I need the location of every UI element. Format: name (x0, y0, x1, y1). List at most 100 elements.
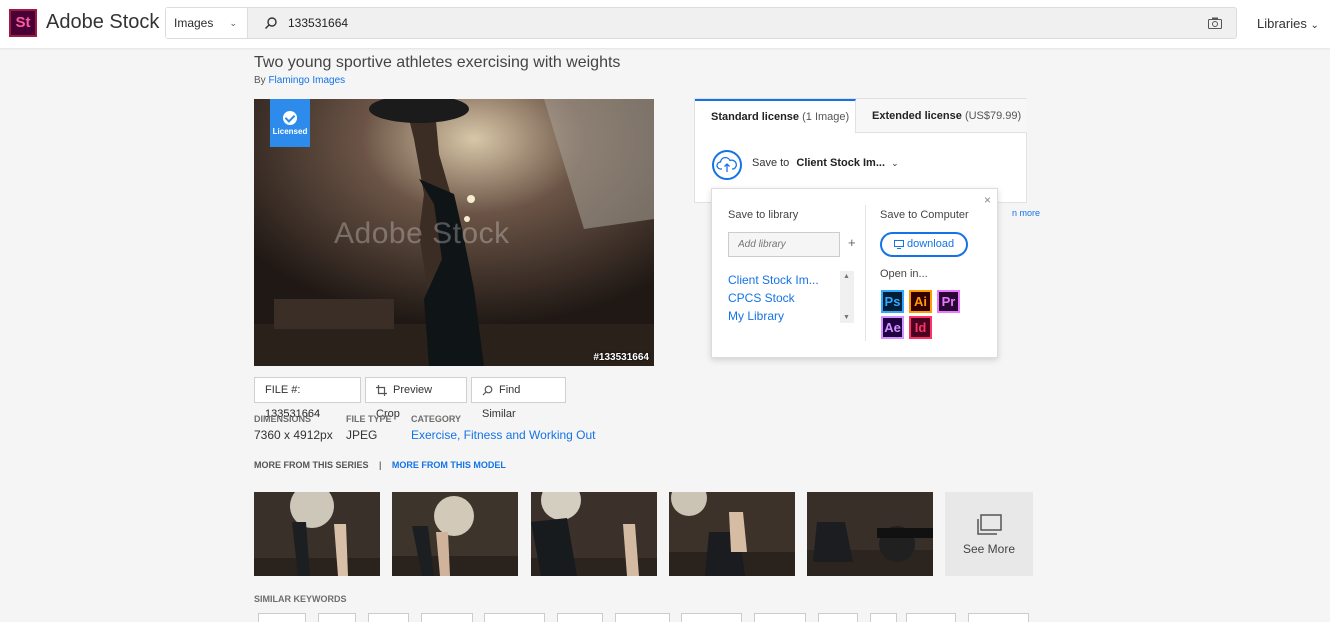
series-thumbnail[interactable] (807, 492, 933, 576)
libraries-label: Libraries (1257, 16, 1307, 31)
asset-preview-image[interactable]: Adobe Stock #133531664 (254, 99, 654, 366)
keyword-chip[interactable] (870, 613, 897, 622)
series-thumbnail[interactable] (392, 492, 518, 576)
author-link[interactable]: Flamingo Images (268, 75, 345, 86)
similar-keywords-heading: SIMILAR KEYWORDS (254, 594, 347, 604)
library-item[interactable]: CPCS Stock (728, 289, 819, 307)
image-id-label: #133531664 (593, 352, 649, 363)
save-to-label: Save to (752, 157, 790, 169)
tab-extended-license[interactable]: Extended license (US$79.99) (856, 99, 1027, 133)
scroll-down-icon[interactable]: ▼ (843, 314, 850, 321)
keyword-chip[interactable] (318, 613, 356, 622)
search-input[interactable] (288, 8, 1088, 38)
camera-icon[interactable] (1208, 17, 1222, 29)
library-list: Client Stock Im... CPCS Stock My Library (728, 271, 819, 325)
brand-name[interactable]: Adobe Stock (46, 11, 159, 34)
keyword-chip[interactable] (754, 613, 806, 622)
keyword-chip[interactable] (421, 613, 473, 622)
save-popup: × Save to library + Client Stock Im... C… (711, 188, 998, 358)
learn-more-link[interactable]: n more (1012, 208, 1040, 218)
crop-icon (376, 384, 387, 396)
filetype-label: FILE TYPE (346, 414, 392, 424)
preview-crop-button[interactable]: Preview Crop (365, 377, 467, 420)
top-bar: St Adobe Stock Images ⌄ Libraries ⌄ (0, 0, 1330, 48)
indesign-icon[interactable]: Id (909, 316, 932, 339)
see-more-label: See More (962, 542, 1016, 556)
add-library-plus-icon[interactable]: + (848, 235, 856, 250)
keyword-chip[interactable] (818, 613, 858, 622)
search-type-select[interactable]: Images ⌄ (166, 8, 248, 38)
scroll-up-icon[interactable]: ▲ (843, 273, 850, 280)
library-scrollbar[interactable]: ▲ ▼ (840, 271, 854, 323)
chevron-down-icon: ⌄ (891, 158, 899, 168)
more-from-model-link[interactable]: MORE FROM THIS MODEL (392, 460, 506, 470)
licensed-badge: Licensed (270, 99, 310, 147)
library-item[interactable]: Client Stock Im... (728, 271, 819, 289)
keyword-chip[interactable] (681, 613, 742, 622)
libraries-menu[interactable]: Libraries ⌄ (1257, 16, 1319, 31)
adobe-stock-logo[interactable]: St (9, 9, 37, 37)
photoshop-icon[interactable]: Ps (881, 290, 904, 313)
cloud-upload-icon (716, 156, 737, 172)
download-label: download (907, 238, 955, 250)
file-number-box[interactable]: FILE #: 133531664 (254, 377, 361, 420)
byline-prefix: By (254, 75, 266, 86)
thumbnail-photo (669, 492, 795, 576)
thumbnail-photo (807, 492, 933, 576)
close-icon[interactable]: × (984, 193, 991, 207)
chevron-down-icon: ⌄ (1310, 20, 1319, 31)
search-bar: Images ⌄ (165, 7, 1237, 39)
file-number-label: FILE #: (265, 384, 301, 396)
download-button[interactable]: download (880, 232, 968, 257)
watermark-text: Adobe Stock (334, 217, 510, 250)
add-library-input[interactable] (728, 232, 840, 257)
licensed-label: Licensed (272, 127, 308, 136)
search-icon (482, 385, 493, 396)
byline: By Flamingo Images (254, 75, 345, 86)
open-in-heading: Open in... (880, 268, 928, 280)
standard-license-label: Standard license (711, 111, 800, 123)
library-item[interactable]: My Library (728, 307, 819, 325)
tab-standard-license[interactable]: Standard license (1 Image) (695, 99, 856, 133)
thumbnail-photo (392, 492, 518, 576)
category-label: CATEGORY (411, 414, 462, 424)
dimensions-value: 7360 x 4912px (254, 428, 333, 442)
series-links: MORE FROM THIS SERIES | MORE FROM THIS M… (254, 460, 506, 470)
standard-license-note: (1 Image) (802, 111, 850, 123)
find-similar-button[interactable]: Find Similar (471, 377, 566, 420)
save-library-heading: Save to library (728, 209, 799, 221)
more-from-series-link[interactable]: MORE FROM THIS SERIES (254, 460, 369, 470)
popup-divider (865, 205, 866, 341)
save-to-button[interactable] (712, 150, 742, 180)
save-to-dropdown[interactable]: Save to Client Stock Im... ⌄ (752, 157, 899, 169)
checkmark-icon (283, 111, 297, 125)
illustrator-icon[interactable]: Ai (909, 290, 932, 313)
separator: | (379, 460, 382, 470)
keyword-chip[interactable] (484, 613, 545, 622)
after-effects-icon[interactable]: Ae (881, 316, 904, 339)
save-computer-heading: Save to Computer (880, 209, 969, 221)
series-thumbnail[interactable] (254, 492, 380, 576)
category-link[interactable]: Exercise, Fitness and Working Out (411, 428, 596, 442)
filetype-value: JPEG (346, 428, 378, 442)
keyword-chip[interactable] (258, 613, 306, 622)
extended-license-note: (US$79.99) (964, 110, 1022, 122)
premiere-icon[interactable]: Pr (937, 290, 960, 313)
keyword-chip[interactable] (906, 613, 956, 622)
thumbnail-photo (531, 492, 657, 576)
chevron-down-icon: ⌄ (229, 18, 237, 28)
extended-license-label: Extended license (872, 110, 962, 122)
save-target-label: Client Stock Im... (796, 157, 886, 169)
keyword-chip[interactable] (368, 613, 409, 622)
keyword-chip[interactable] (968, 613, 1029, 622)
monitor-icon (894, 239, 904, 249)
series-thumbnail[interactable] (669, 492, 795, 576)
stack-icon (977, 514, 1002, 535)
thumbnail-photo (254, 492, 380, 576)
keyword-chip[interactable] (615, 613, 670, 622)
see-more-button[interactable]: See More (945, 492, 1033, 576)
series-thumbnail[interactable] (531, 492, 657, 576)
dimensions-label: DIMENSIONS (254, 414, 312, 424)
keyword-chip[interactable] (557, 613, 603, 622)
search-icon (265, 17, 277, 29)
